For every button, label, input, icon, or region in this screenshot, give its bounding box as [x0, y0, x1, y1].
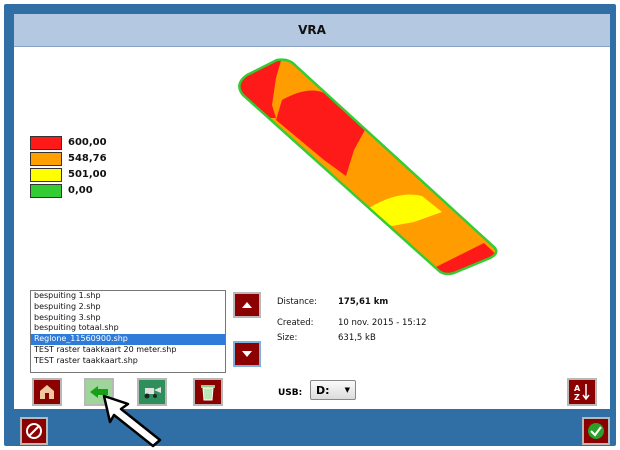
scroll-down-button[interactable]	[233, 341, 261, 367]
trash-icon	[201, 385, 215, 401]
distance-value: 175,61 km	[338, 297, 389, 307]
file-list-item[interactable]: bespuiting 1.shp	[31, 291, 225, 302]
file-list-item[interactable]: TEST raster taakkaart.shp	[31, 356, 225, 367]
triangle-up-icon	[242, 302, 252, 308]
usb-drive-value: D:	[316, 383, 330, 397]
map-zone-red	[239, 59, 282, 118]
sort-az-icon: A Z	[574, 384, 590, 402]
created-value: 10 nov. 2015 - 15:12	[338, 318, 427, 328]
home-field-button[interactable]	[32, 378, 62, 406]
field-map	[238, 58, 498, 276]
file-list-item[interactable]: bespuiting totaal.shp	[31, 323, 225, 334]
legend-item: 600,00	[30, 134, 107, 151]
legend-value: 600,00	[68, 137, 107, 148]
legend-swatch	[30, 183, 62, 198]
legend-value: 501,00	[68, 169, 107, 180]
legend-value: 548,76	[68, 153, 107, 164]
sort-button[interactable]: A Z	[567, 378, 597, 406]
file-list-item-selected[interactable]: Reglone_11560900.shp	[31, 334, 225, 345]
svg-text:A: A	[574, 384, 581, 393]
checkmark-icon	[588, 423, 604, 439]
triangle-down-icon	[242, 351, 252, 357]
field-home-icon	[40, 385, 54, 399]
file-list-item[interactable]: TEST raster taakkaart 20 meter.shp	[31, 345, 225, 356]
usb-label: USB:	[278, 388, 303, 398]
chevron-down-icon: ▼	[344, 386, 350, 394]
file-list-item[interactable]: bespuiting 2.shp	[31, 302, 225, 313]
delete-button[interactable]	[193, 378, 223, 406]
scroll-up-button[interactable]	[233, 292, 261, 318]
cancel-icon	[26, 423, 42, 439]
svg-text:Z: Z	[574, 393, 580, 402]
pointer-arrow-icon	[102, 394, 162, 448]
legend-value: 0,00	[68, 185, 93, 196]
window-title: VRA	[14, 14, 610, 47]
legend-item: 0,00	[30, 182, 107, 199]
file-list[interactable]: bespuiting 1.shp bespuiting 2.shp bespui…	[30, 290, 226, 373]
legend: 600,00 548,76 501,00 0,00	[30, 134, 107, 198]
usb-drive-select[interactable]: D: ▼	[310, 380, 356, 400]
cancel-button[interactable]	[20, 417, 48, 445]
distance-label: Distance:	[277, 297, 318, 307]
legend-swatch	[30, 167, 62, 182]
legend-swatch	[30, 135, 62, 150]
file-list-item[interactable]: bespuiting 3.shp	[31, 313, 225, 324]
legend-item: 548,76	[30, 150, 107, 167]
confirm-button[interactable]	[582, 417, 610, 445]
size-label: Size:	[277, 333, 298, 343]
legend-swatch	[30, 151, 62, 166]
legend-item: 501,00	[30, 166, 107, 183]
size-value: 631,5 kB	[338, 333, 376, 343]
created-label: Created:	[277, 318, 314, 328]
